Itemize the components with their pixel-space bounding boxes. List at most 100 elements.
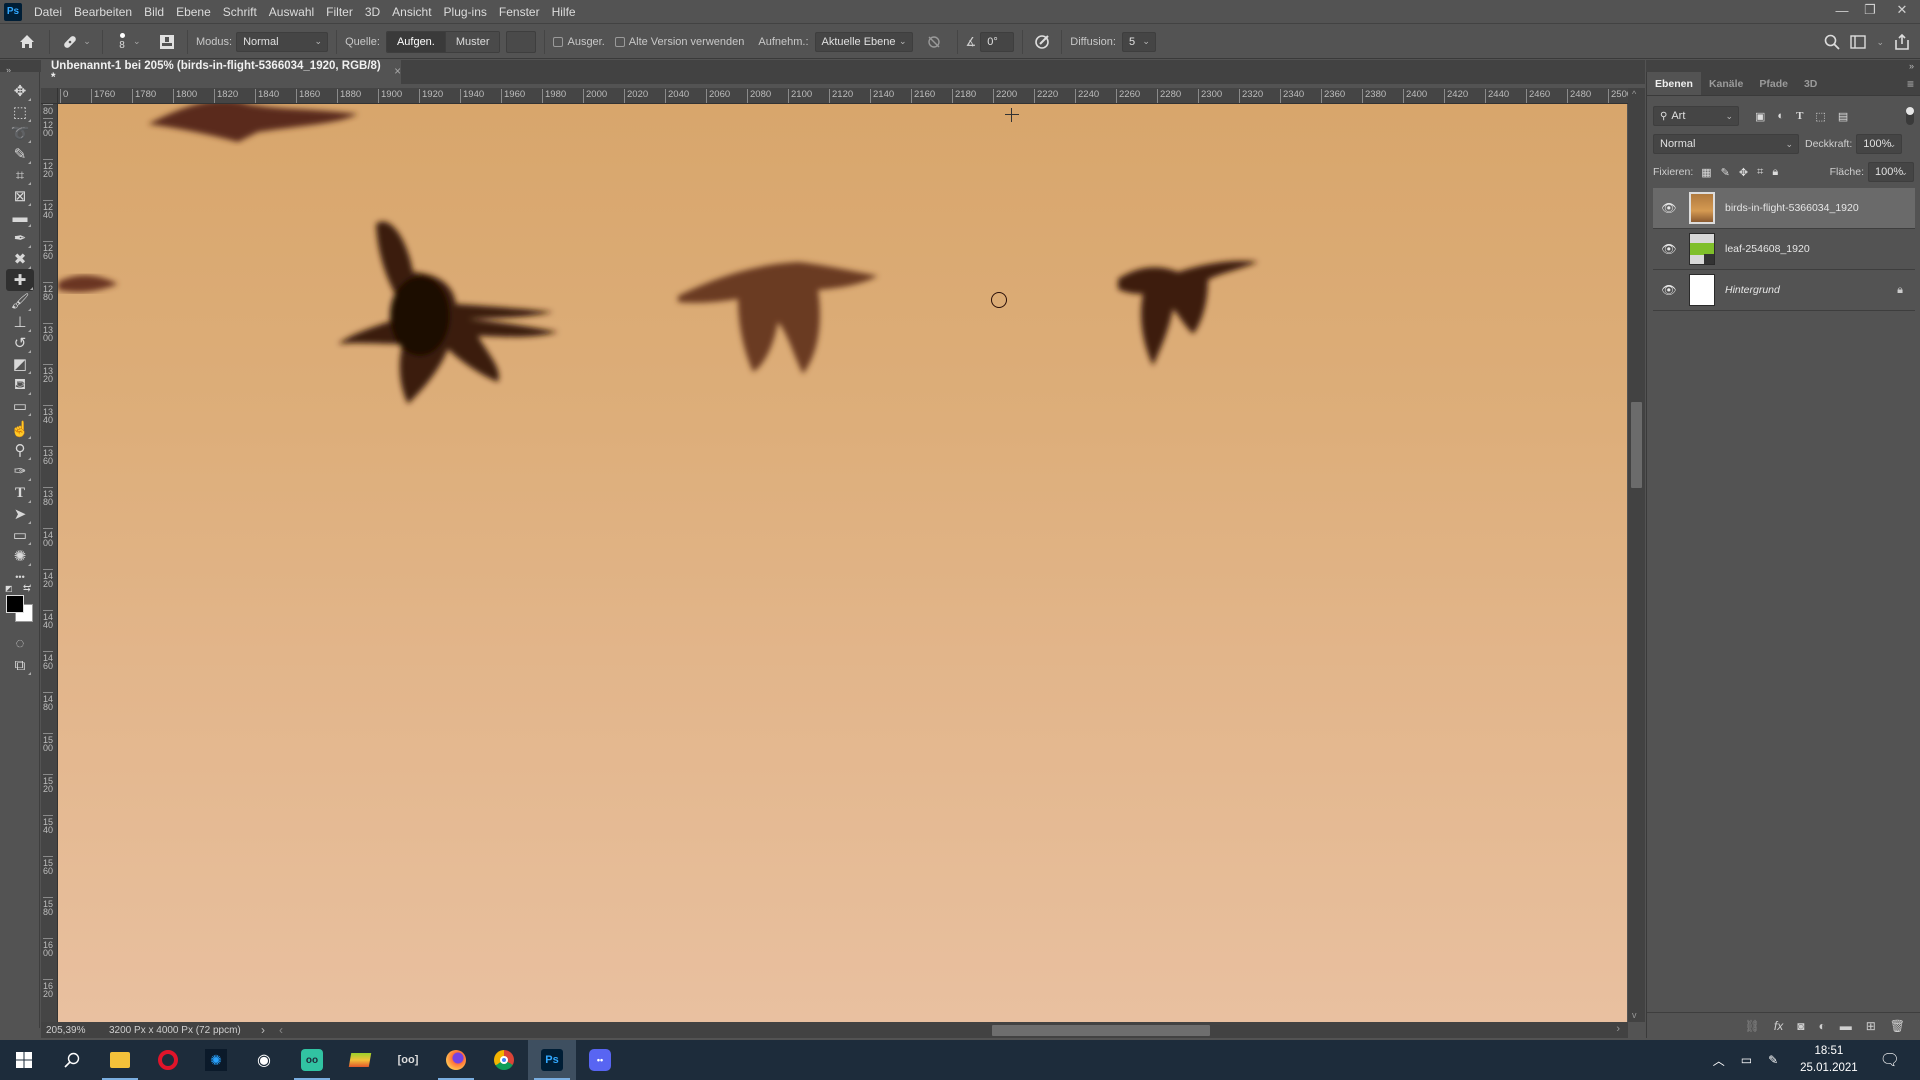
filter-smart-object-icon[interactable]: ▤: [1838, 110, 1848, 123]
restore-button[interactable]: ❐: [1856, 0, 1884, 20]
filter-shape-icon[interactable]: ⬚: [1815, 110, 1825, 123]
filter-pixel-icon[interactable]: ▣: [1755, 110, 1765, 123]
menu-ansicht[interactable]: Ansicht: [386, 0, 437, 24]
search-icon[interactable]: [1824, 34, 1841, 50]
lock-position-icon[interactable]: ✥: [1739, 166, 1748, 179]
blend-mode-select[interactable]: Normal ⌄: [1653, 134, 1799, 154]
collapse-panels-icon[interactable]: »: [1909, 60, 1914, 72]
move-tool[interactable]: ✥: [8, 80, 32, 102]
notifications-icon[interactable]: 🗨︎: [1880, 1050, 1900, 1070]
layer-row[interactable]: 👁︎ Hintergrund 🔒︎: [1653, 270, 1915, 311]
link-layers-icon[interactable]: ⛓: [1745, 1019, 1760, 1033]
lock-artboard-icon[interactable]: ⌗: [1757, 166, 1763, 179]
frame-tool[interactable]: ⊠: [8, 185, 32, 207]
tab-pfade[interactable]: Pfade: [1751, 72, 1796, 95]
sample-all-layers-toggle[interactable]: [155, 34, 179, 50]
dodge-tool[interactable]: ⚲: [8, 439, 32, 461]
clock[interactable]: 18:51 25.01.2021: [1800, 1043, 1858, 1077]
visibility-eye-icon[interactable]: 👁︎: [1653, 283, 1685, 297]
angle-input[interactable]: 0°: [980, 31, 1015, 52]
scroll-up-icon[interactable]: ^: [1632, 89, 1636, 99]
panel-menu-icon[interactable]: ≡: [1907, 72, 1914, 95]
close-document-button[interactable]: ×: [394, 66, 401, 78]
alte-version-checkbox[interactable]: Alte Version verwenden: [614, 36, 744, 48]
taskbar-battlenet[interactable]: ✺: [192, 1040, 240, 1080]
pen-tray-icon[interactable]: ✎: [1768, 1053, 1778, 1067]
menu-bearbeiten[interactable]: Bearbeiten: [68, 0, 138, 24]
new-layer-icon[interactable]: ⊞: [1866, 1019, 1876, 1033]
content-aware-move-tool[interactable]: ✖: [8, 248, 32, 270]
gradient-tool[interactable]: ▭: [8, 395, 32, 417]
taskbar-chrome[interactable]: [480, 1040, 528, 1080]
screen-mode-button[interactable]: ⧉: [8, 654, 32, 676]
pattern-picker[interactable]: [506, 30, 537, 53]
scroll-down-icon[interactable]: v: [1632, 1010, 1637, 1020]
layer-row[interactable]: 👁︎ birds-in-flight-5366034_1920: [1653, 188, 1915, 229]
path-selection-tool[interactable]: ➤: [8, 503, 32, 525]
visibility-eye-icon[interactable]: 👁︎: [1653, 201, 1685, 215]
tab-kanaele[interactable]: Kanäle: [1701, 72, 1751, 95]
menu-auswahl[interactable]: Auswahl: [263, 0, 320, 24]
filter-type-icon[interactable]: T: [1796, 110, 1803, 123]
tool-preset-picker[interactable]: ⌄: [58, 33, 94, 51]
paint-bucket-tool[interactable]: ⛾: [8, 374, 32, 396]
lock-transparency-icon[interactable]: ▦: [1701, 166, 1711, 179]
layer-filter-select[interactable]: ⚲ Art ⌄: [1653, 106, 1739, 126]
ruler-tool[interactable]: ▬: [8, 206, 32, 228]
ignore-adjustment-layers-button[interactable]: [919, 35, 949, 49]
taskbar-discord[interactable]: ••: [576, 1040, 624, 1080]
close-window-button[interactable]: ✕: [1884, 0, 1920, 20]
modus-select[interactable]: Normal ⌄: [236, 31, 329, 52]
new-group-icon[interactable]: ▬: [1840, 1019, 1852, 1033]
document-canvas[interactable]: [58, 104, 1627, 1022]
menu-hilfe[interactable]: Hilfe: [546, 0, 582, 24]
taskbar-bluestacks[interactable]: [336, 1040, 384, 1080]
lock-pixels-icon[interactable]: ✎: [1721, 166, 1730, 179]
foreground-color-swatch[interactable]: [6, 595, 24, 613]
vertical-scrollbar[interactable]: ^ v: [1628, 88, 1645, 1022]
taskbar-search-button[interactable]: [48, 1040, 96, 1080]
filter-toggle[interactable]: [1906, 107, 1914, 125]
menu-ebene[interactable]: Ebene: [170, 0, 217, 24]
source-muster-button[interactable]: Muster: [444, 31, 500, 52]
lasso-tool[interactable]: ➰: [8, 122, 32, 144]
document-tab[interactable]: Unbenannt-1 bei 205% (birds-in-flight-53…: [41, 60, 401, 84]
brush-size-picker[interactable]: 8 ⌄: [111, 32, 155, 51]
history-brush-tool[interactable]: ↺: [8, 332, 32, 354]
add-mask-icon[interactable]: ◙: [1797, 1019, 1804, 1033]
menu-fenster[interactable]: Fenster: [493, 0, 546, 24]
vertical-scroll-thumb[interactable]: [1631, 402, 1642, 488]
tab-3d[interactable]: 3D: [1796, 72, 1825, 95]
taskbar-streamlabs[interactable]: oo: [288, 1040, 336, 1080]
filter-adjustment-icon[interactable]: ◐: [1777, 110, 1784, 123]
vertical-ruler[interactable]: 80 1200 1220 1240 1260 1280 1300 1320 1340 1360 13…: [41, 104, 58, 1022]
menu-filter[interactable]: Filter: [320, 0, 359, 24]
minimize-button[interactable]: —: [1828, 0, 1856, 20]
clone-stamp-tool[interactable]: ⊥: [8, 311, 32, 333]
zoom-level[interactable]: 205,39%: [41, 1025, 101, 1036]
taskbar-file-explorer[interactable]: [96, 1040, 144, 1080]
type-tool[interactable]: T: [8, 482, 32, 504]
menu-datei[interactable]: Datei: [28, 0, 68, 24]
quick-mask-button[interactable]: ◌: [8, 632, 32, 654]
status-scroll-left-icon[interactable]: ‹: [279, 1023, 283, 1037]
eyedropper-tool[interactable]: ✒: [8, 227, 32, 249]
chevron-down-icon[interactable]: ⌄: [1876, 37, 1884, 48]
scroll-right-icon[interactable]: ›: [1616, 1023, 1620, 1035]
brush-tool[interactable]: 🖌: [8, 290, 32, 312]
taskbar-opera[interactable]: [144, 1040, 192, 1080]
layer-style-icon[interactable]: fx: [1774, 1019, 1783, 1033]
visibility-eye-icon[interactable]: 👁︎: [1653, 242, 1685, 256]
quick-selection-tool[interactable]: ✎: [8, 143, 32, 165]
taskbar-firefox[interactable]: [432, 1040, 480, 1080]
pressure-size-button[interactable]: [1031, 34, 1053, 50]
eraser-tool[interactable]: ◩: [8, 353, 32, 375]
pen-tool[interactable]: ✑: [8, 460, 32, 482]
menu-plugins[interactable]: Plug-ins: [438, 0, 493, 24]
custom-shape-tool[interactable]: ✺: [8, 545, 32, 567]
lock-all-icon[interactable]: 🔒︎: [1772, 166, 1778, 179]
share-icon[interactable]: [1894, 34, 1910, 50]
layer-lock-icon[interactable]: 🔒︎: [1897, 284, 1903, 297]
smudge-tool[interactable]: ☝: [8, 418, 32, 440]
ruler-origin[interactable]: [41, 88, 58, 104]
